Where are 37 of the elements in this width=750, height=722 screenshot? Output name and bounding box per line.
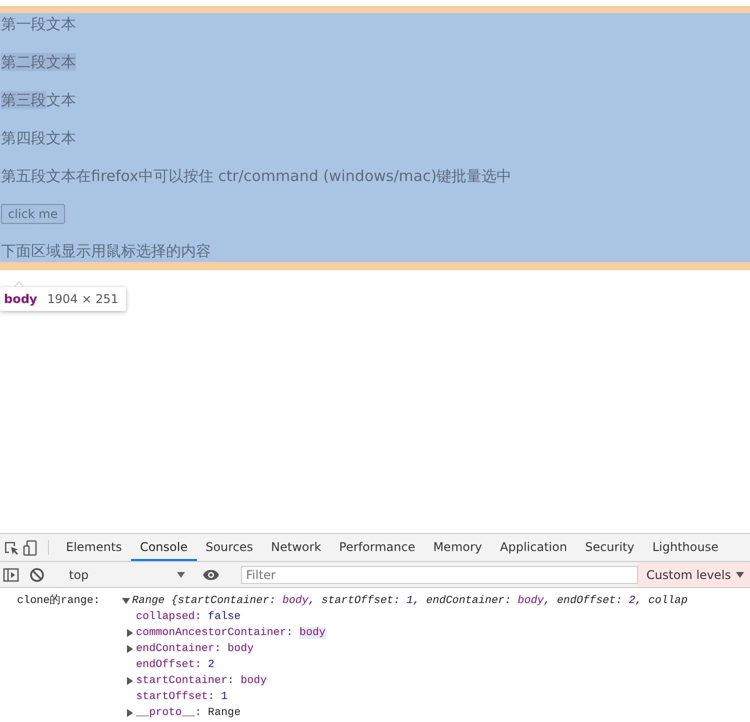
devtools-tab[interactable]: Elements (57, 534, 131, 561)
paragraph-text: 第二段文本 (1, 52, 76, 73)
property-line[interactable]: endContainer: body (136, 641, 254, 657)
devtools-tab[interactable]: Memory (424, 534, 492, 561)
devtools-tab[interactable]: Application (491, 534, 576, 561)
property-line: collapsed: false (136, 610, 241, 625)
devtools-tab[interactable]: Network (262, 534, 330, 561)
expand-arrow-icon[interactable] (126, 709, 134, 717)
context-select[interactable]: top (63, 568, 191, 582)
property-line: startOffset: 1 (136, 690, 228, 705)
property-line[interactable]: commonAncestorContainer: body (136, 625, 326, 641)
tag-name: body (4, 292, 38, 306)
caret-icon (177, 572, 185, 578)
clear-icon[interactable] (28, 566, 46, 584)
devtools-tab[interactable]: Security (576, 534, 644, 561)
property-line: endOffset: 2 (136, 658, 214, 673)
expand-arrow-icon[interactable] (126, 677, 134, 685)
footer-text: 下面区域显示用鼠标选择的内容 (1, 241, 211, 262)
devtools-tab[interactable]: Sources (196, 534, 262, 561)
paragraph-text: 第五段文本在firefox中可以按住 ctr/command (windows/mac)键批量选中 (1, 166, 512, 187)
paragraph-text: 第三段文本 (1, 90, 76, 111)
paragraph-text: 第一段文本 (1, 14, 76, 35)
property-line[interactable]: startContainer: body (136, 673, 267, 689)
caret-icon (736, 572, 744, 578)
object-summary[interactable]: Range {startContainer: body, startOffset: 1, endContainer: body, endOffset: 2, collap (132, 593, 688, 609)
console-label: clone的range: (16, 593, 101, 609)
custom-levels-button[interactable]: Custom levels (638, 562, 750, 587)
devtools-tab[interactable]: Lighthouse (643, 534, 728, 561)
sidebar-icon[interactable] (2, 566, 20, 584)
element-size: 1904 × 251 (47, 292, 118, 306)
property-line[interactable]: __proto__: Range (136, 705, 241, 721)
expand-arrow-icon[interactable] (126, 645, 134, 653)
devtools-tab[interactable]: Performance (330, 534, 424, 561)
expand-arrow-icon[interactable] (126, 629, 134, 637)
paragraph-text: 第四段文本 (1, 128, 76, 149)
filter-field[interactable]: Filter (241, 566, 638, 584)
expand-arrow-icon[interactable] (122, 597, 130, 605)
